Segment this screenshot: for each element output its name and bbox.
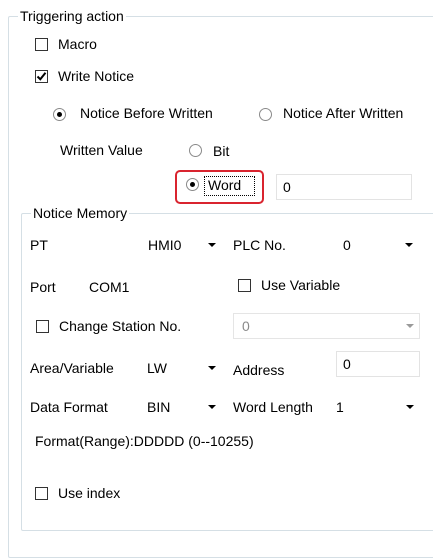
checkmark-icon: [36, 72, 47, 81]
word-radio[interactable]: [186, 178, 199, 191]
pt-select[interactable]: HMI0: [148, 234, 218, 256]
notice-after-label: Notice After Written: [283, 105, 404, 121]
word-value-input[interactable]: 0: [276, 174, 412, 200]
chevron-down-icon: [405, 243, 413, 247]
chevron-down-icon: [208, 243, 216, 247]
chevron-down-icon: [208, 405, 216, 409]
chevron-down-icon: [406, 324, 414, 328]
plc-no-value: 0: [343, 237, 351, 253]
written-value-label: Written Value: [60, 142, 143, 158]
address-input[interactable]: 0: [336, 351, 420, 377]
word-length-label: Word Length: [233, 399, 313, 415]
chevron-down-icon: [406, 405, 414, 409]
change-station-checkbox[interactable]: [36, 320, 49, 333]
area-variable-label: Area/Variable: [30, 360, 114, 376]
pt-value: HMI0: [148, 237, 182, 253]
plc-no-select[interactable]: 0: [343, 234, 417, 256]
notice-after-radio[interactable]: [259, 108, 272, 121]
address-label: Address: [233, 362, 285, 378]
triggering-action-legend: Triggering action: [18, 8, 126, 24]
macro-label: Macro: [58, 36, 97, 52]
macro-checkbox[interactable]: [35, 38, 48, 51]
notice-before-radio[interactable]: [53, 108, 66, 121]
pt-label: PT: [30, 237, 48, 253]
port-value: COM1: [89, 279, 130, 295]
use-index-checkbox[interactable]: [35, 487, 48, 500]
word-label: Word: [208, 177, 242, 193]
plc-no-label: PLC No.: [233, 237, 286, 253]
station-no-select[interactable]: 0: [233, 313, 420, 339]
bit-radio[interactable]: [189, 144, 202, 157]
bit-label: Bit: [213, 143, 230, 159]
radio-selected-dot: [57, 112, 62, 117]
area-variable-value: LW: [147, 360, 167, 376]
word-length-value: 1: [336, 399, 344, 415]
station-no-value: 0: [242, 318, 250, 334]
port-label: Port: [30, 279, 56, 295]
notice-before-label: Notice Before Written: [80, 105, 213, 121]
change-station-label: Change Station No.: [59, 318, 182, 334]
notice-memory-legend: Notice Memory: [31, 205, 130, 221]
use-variable-label: Use Variable: [261, 277, 341, 293]
radio-selected-dot: [190, 182, 195, 187]
word-length-select[interactable]: 1: [336, 396, 416, 418]
write-notice-label: Write Notice: [58, 68, 134, 84]
use-index-label: Use index: [58, 485, 121, 501]
data-format-label: Data Format: [30, 399, 108, 415]
write-notice-checkbox[interactable]: [35, 70, 48, 83]
data-format-select[interactable]: BIN: [147, 396, 225, 418]
area-variable-select[interactable]: LW: [147, 357, 225, 379]
data-format-value: BIN: [147, 399, 171, 415]
chevron-down-icon: [208, 366, 216, 370]
use-variable-checkbox[interactable]: [238, 279, 251, 292]
format-range-text: Format(Range):DDDDD (0--10255): [35, 433, 254, 449]
